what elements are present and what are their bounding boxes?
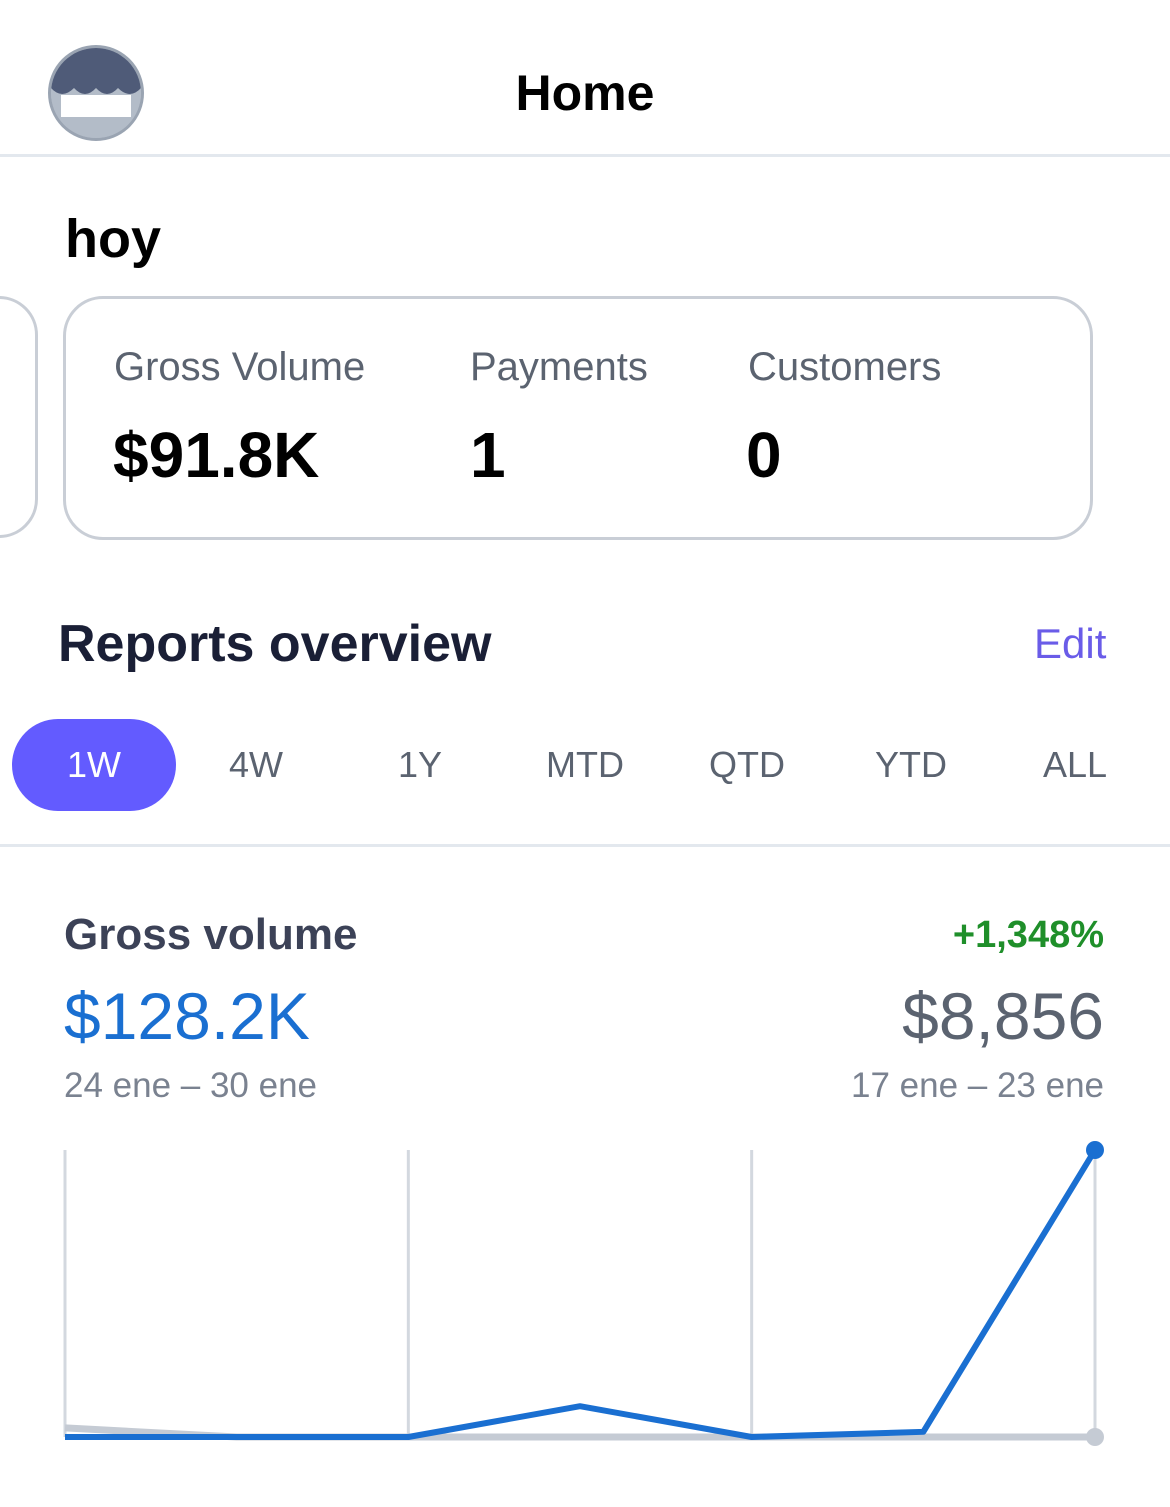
stat-label-gross-volume: Gross Volume <box>114 345 366 389</box>
range-tab-mtd[interactable]: MTD <box>525 719 645 811</box>
range-selector: 1W 4W 1Y MTD QTD YTD ALL <box>0 719 1170 811</box>
page-title: Home <box>515 65 655 121</box>
current-date-range: 24 ene – 30 ene <box>64 1066 318 1105</box>
range-tab-all[interactable]: ALL <box>1015 719 1135 811</box>
stat-value-customers: 0 <box>746 419 782 491</box>
previous-series-end-point <box>1086 1428 1104 1446</box>
range-tab-qtd[interactable]: QTD <box>687 719 807 811</box>
reports-title: Reports overview <box>58 615 492 673</box>
current-series-end-point <box>1086 1141 1104 1159</box>
previous-value: $8,856 <box>902 979 1104 1053</box>
gross-volume-title: Gross volume <box>64 910 358 959</box>
current-series-line <box>65 1148 1098 1440</box>
gross-volume-chart[interactable] <box>0 1130 1170 1460</box>
range-tab-1y[interactable]: 1Y <box>360 719 480 811</box>
stat-label-customers: Customers <box>748 345 942 389</box>
section-divider <box>0 844 1170 847</box>
range-tab-ytd[interactable]: YTD <box>851 719 971 811</box>
range-tab-4w[interactable]: 4W <box>196 719 316 811</box>
stat-value-gross-volume: $91.8K <box>113 419 320 491</box>
section-label: hoy <box>65 209 162 269</box>
previous-date-range: 17 ene – 23 ene <box>850 1066 1104 1105</box>
change-badge: +1,348% <box>952 914 1104 956</box>
previous-stats-card[interactable] <box>0 296 38 538</box>
range-tab-1w[interactable]: 1W <box>12 719 176 811</box>
stat-label-payments: Payments <box>470 345 648 389</box>
edit-button[interactable]: Edit <box>1034 620 1106 668</box>
current-value: $128.2K <box>64 979 310 1053</box>
stat-value-payments: 1 <box>470 419 506 491</box>
